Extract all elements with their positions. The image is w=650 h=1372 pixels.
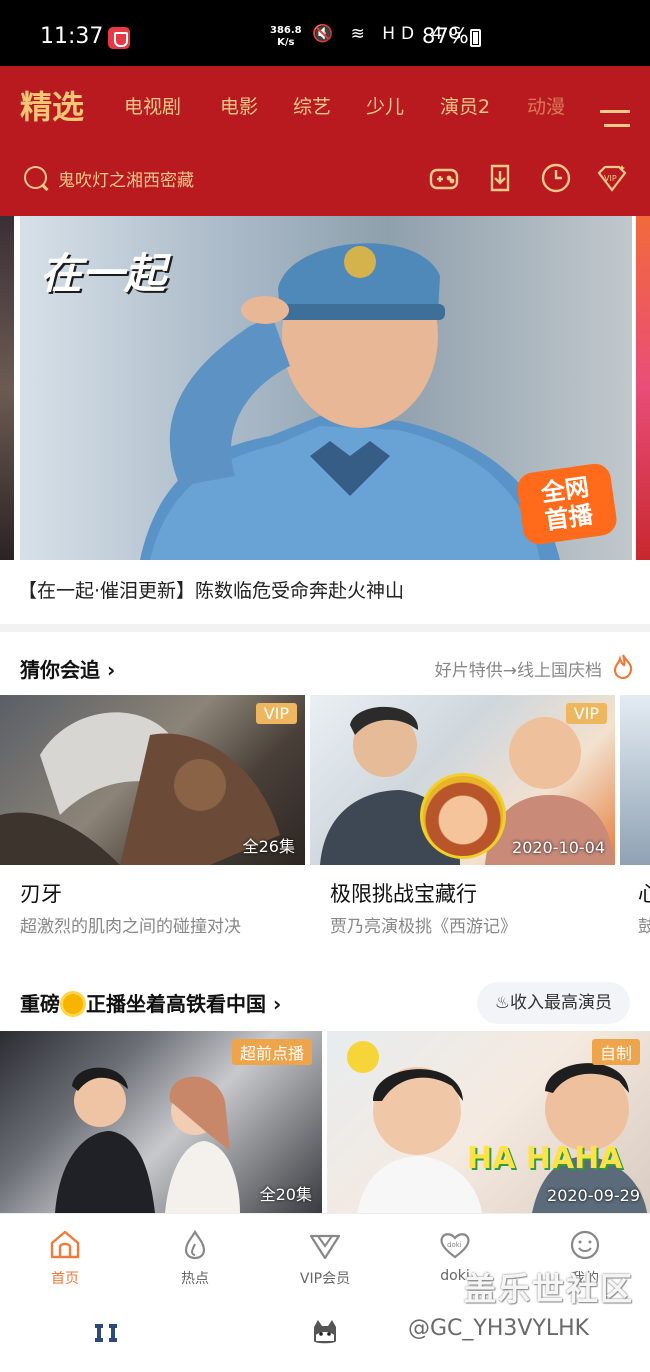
card-title[interactable]: 刃牙 [20, 878, 62, 908]
nav-home[interactable]: 首页 [15, 1228, 115, 1288]
banner-image[interactable]: 在一起 全网 首播 [20, 216, 632, 560]
search-placeholder: 鬼吹灯之湘西密藏 [58, 170, 194, 191]
svg-text:VIP: VIP [604, 174, 617, 183]
hero-banner[interactable]: 在一起 全网 首播 [0, 216, 650, 560]
episode-count: 全20集 [259, 1185, 312, 1204]
watermark-community: 盖乐世社区 [464, 1270, 635, 1308]
home-icon [50, 1230, 80, 1259]
channel-tabs: 精选 电视剧 电影 综艺 少儿 演员2 动漫 [0, 82, 650, 132]
card-title[interactable]: 心 [638, 878, 650, 908]
video-card[interactable]: HA HAHA 自制 2020-09-29 [327, 1031, 650, 1213]
smile-icon [570, 1230, 600, 1260]
svg-text:doki: doki [447, 1241, 462, 1249]
banner-prev-peek[interactable] [0, 216, 14, 560]
nav-hot[interactable]: 热点 [145, 1228, 245, 1288]
video-card[interactable]: VIP 2020-10-04 [310, 695, 615, 865]
recent-apps-icon[interactable] [92, 1321, 120, 1345]
tab-variety[interactable]: 综艺 [293, 92, 331, 119]
video-card-peek[interactable] [620, 695, 650, 865]
watermark-user: @GC_YH3VYLHK [408, 1316, 590, 1341]
battery-icon [470, 29, 481, 47]
banner-art-title: 在一起 [40, 249, 167, 298]
status-time: 11:37 [40, 24, 104, 49]
tab-tv-series[interactable]: 电视剧 [124, 92, 181, 119]
air-date: 2020-09-29 [547, 1186, 640, 1205]
history-icon[interactable] [540, 162, 572, 194]
doki-heart-icon: doki [440, 1233, 470, 1259]
video-card[interactable]: 超前点播 全20集 [0, 1031, 322, 1213]
nav-vip[interactable]: VIP会员 [275, 1228, 375, 1288]
chevron-right-icon: › [106, 658, 116, 682]
top-earning-actors-button[interactable]: ♨收入最高演员 [476, 982, 630, 1024]
vip-diamond-icon [309, 1234, 341, 1260]
download-icon[interactable] [484, 162, 516, 194]
monkey-king-avatar [420, 773, 506, 859]
section-featured-title[interactable]: 重磅 正播坐着高铁看中国 › [20, 988, 281, 1017]
episode-count: 全26集 [242, 837, 295, 856]
tab-movies[interactable]: 电影 [220, 92, 258, 119]
banner-next-peek[interactable] [636, 216, 650, 560]
shield-icon [108, 27, 130, 49]
divider [0, 624, 650, 632]
tab-kids[interactable]: 少儿 [366, 92, 404, 119]
chevron-right-icon: › [272, 992, 282, 1016]
vip-badge: VIP [565, 703, 607, 724]
section-guess-promo[interactable]: 好片特供→线上国庆档 [435, 656, 602, 681]
vip-icon[interactable]: VIP [596, 162, 628, 194]
card-title[interactable]: 极限挑战宝藏行 [330, 878, 477, 908]
card-subtitle: 超激烈的肌肉之间的碰撞对决 [20, 917, 241, 937]
sun-icon [63, 994, 83, 1014]
menu-icon[interactable] [600, 110, 630, 130]
card-art-text: HA HAHA [467, 1141, 623, 1176]
search-icon [22, 164, 50, 192]
drop-icon [184, 1229, 206, 1260]
gamepad-icon[interactable] [428, 162, 460, 194]
battery-level: 87% [422, 24, 469, 48]
section-guess-title[interactable]: 猜你会追 › [20, 654, 115, 683]
flame-icon [613, 654, 633, 679]
banner-headline[interactable]: 【在一起·催泪更新】陈数临危受命奔赴火神山 [18, 576, 404, 603]
tab-featured[interactable]: 精选 [20, 82, 84, 128]
tab-anime[interactable]: 动漫 [527, 92, 565, 119]
vip-badge: VIP [255, 703, 297, 724]
tab-actors[interactable]: 演员2 [440, 92, 490, 119]
air-date: 2020-10-04 [512, 838, 605, 857]
status-bar: 11:37 386.8 K/s 🔇 ≋ HD 4G 87% [0, 0, 650, 66]
live-premiere-badge: 全网 首播 [515, 461, 619, 547]
network-speed: 386.8 K/s [270, 25, 302, 48]
home-cat-icon[interactable] [310, 1317, 340, 1347]
search-bar[interactable]: 鬼吹灯之湘西密藏 [22, 164, 194, 192]
video-card[interactable]: VIP 全26集 [0, 695, 305, 865]
card-subtitle: 鼓 [638, 917, 650, 937]
original-badge: 自制 [591, 1039, 640, 1065]
early-access-badge: 超前点播 [231, 1039, 312, 1065]
card-subtitle: 贾乃亮演极挑《西游记》 [330, 917, 517, 937]
header-icons: VIP [428, 162, 638, 194]
top-header: 精选 电视剧 电影 综艺 少儿 演员2 动漫 鬼吹灯之湘西密藏 VIP [0, 66, 650, 216]
